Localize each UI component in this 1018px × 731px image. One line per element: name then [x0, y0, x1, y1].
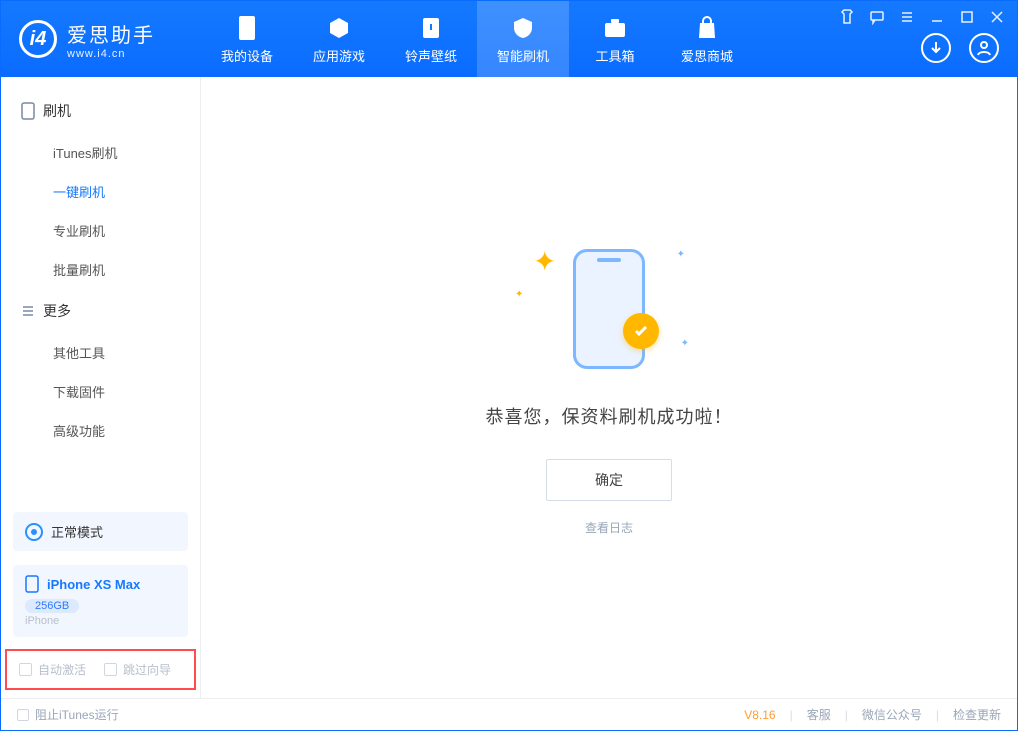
checkbox-icon: [104, 663, 117, 676]
device-box[interactable]: iPhone XS Max 256GB iPhone: [13, 565, 188, 637]
device-type: iPhone: [25, 615, 176, 627]
logo: i4 爱思助手 www.i4.cn: [1, 19, 201, 60]
checks-row: 自动激活 跳过向导: [5, 649, 196, 690]
device-icon: [25, 575, 39, 593]
sidebar-group-more: 更多: [1, 289, 200, 333]
device-name: iPhone XS Max: [47, 577, 140, 592]
nav-ringtones[interactable]: 铃声壁纸: [385, 1, 477, 77]
sidebar-item-batch-flash[interactable]: 批量刷机: [1, 250, 200, 289]
mode-label: 正常模式: [51, 522, 103, 541]
sidebar-item-label: 其他工具: [53, 346, 105, 361]
checkbox-auto-activate[interactable]: 自动激活: [19, 661, 86, 678]
shield-icon: [509, 14, 537, 42]
list-icon: [21, 304, 35, 318]
wechat-link[interactable]: 微信公众号: [862, 706, 922, 723]
titlebar: i4 爱思助手 www.i4.cn 我的设备 应用游戏 铃声壁纸 智能刷机: [1, 1, 1017, 77]
sidebar-item-itunes-flash[interactable]: iTunes刷机: [1, 133, 200, 172]
device-icon: [21, 102, 35, 120]
phone-icon: [233, 14, 261, 42]
user-icon[interactable]: [969, 33, 999, 63]
sidebar-group-label: 刷机: [43, 101, 71, 121]
app-title: 爱思助手: [67, 19, 155, 48]
nav-label: 我的设备: [221, 46, 273, 65]
cube-icon: [325, 14, 353, 42]
minimize-icon[interactable]: [927, 7, 947, 27]
sidebar-item-label: 一键刷机: [53, 185, 105, 200]
bag-icon: [693, 14, 721, 42]
feedback-icon[interactable]: [867, 7, 887, 27]
sidebar-item-onekey-flash[interactable]: 一键刷机: [1, 172, 200, 211]
music-icon: [417, 14, 445, 42]
success-illustration: ✦ ✦ ✦ ✦: [539, 239, 679, 379]
sidebar-group-flash: 刷机: [1, 89, 200, 133]
sidebar-list: 刷机 iTunes刷机 一键刷机 专业刷机 批量刷机 更多 其他工具 下载固件 …: [1, 77, 200, 512]
checkbox-label: 阻止iTunes运行: [35, 706, 119, 723]
close-icon[interactable]: [987, 7, 1007, 27]
sidebar-item-label: 批量刷机: [53, 263, 105, 278]
nav-flash[interactable]: 智能刷机: [477, 1, 569, 77]
app-window: i4 爱思助手 www.i4.cn 我的设备 应用游戏 铃声壁纸 智能刷机: [0, 0, 1018, 731]
download-icon[interactable]: [921, 33, 951, 63]
sidebar-item-label: 专业刷机: [53, 224, 105, 239]
support-link[interactable]: 客服: [807, 706, 831, 723]
sparkle-icon: ✦: [515, 289, 523, 300]
check-badge-icon: [623, 313, 659, 349]
nav-label: 工具箱: [595, 46, 634, 65]
check-update-link[interactable]: 检查更新: [953, 706, 1001, 723]
body: 刷机 iTunes刷机 一键刷机 专业刷机 批量刷机 更多 其他工具 下载固件 …: [1, 77, 1017, 698]
phone-icon: [573, 249, 645, 369]
main-content: ✦ ✦ ✦ ✦ 恭喜您，保资料刷机成功啦！ 确定 查看日志: [201, 77, 1017, 698]
mode-icon: [25, 523, 43, 541]
sidebar: 刷机 iTunes刷机 一键刷机 专业刷机 批量刷机 更多 其他工具 下载固件 …: [1, 77, 201, 698]
nav-label: 智能刷机: [497, 46, 549, 65]
mode-box[interactable]: 正常模式: [13, 512, 188, 551]
logo-icon: i4: [19, 20, 57, 58]
sparkle-icon: ✦: [677, 249, 685, 260]
maximize-icon[interactable]: [957, 7, 977, 27]
sidebar-item-label: 高级功能: [53, 424, 105, 439]
checkbox-label: 自动激活: [38, 661, 86, 678]
statusbar: 阻止iTunes运行 V8.16 | 客服 | 微信公众号 | 检查更新: [1, 698, 1017, 730]
nav-toolbox[interactable]: 工具箱: [569, 1, 661, 77]
sparkle-icon: ✦: [533, 245, 556, 278]
checkbox-icon: [17, 709, 29, 721]
ok-button[interactable]: 确定: [546, 459, 672, 501]
sidebar-item-advanced[interactable]: 高级功能: [1, 411, 200, 450]
menu-icon[interactable]: [897, 7, 917, 27]
checkbox-skip-guide[interactable]: 跳过向导: [104, 661, 171, 678]
sidebar-item-pro-flash[interactable]: 专业刷机: [1, 211, 200, 250]
sparkle-icon: ✦: [681, 338, 689, 349]
nav-label: 爱思商城: [681, 46, 733, 65]
nav-label: 应用游戏: [313, 46, 365, 65]
nav-store[interactable]: 爱思商城: [661, 1, 753, 77]
checkbox-block-itunes[interactable]: 阻止iTunes运行: [17, 706, 119, 723]
sidebar-item-download-firmware[interactable]: 下载固件: [1, 372, 200, 411]
window-controls: [837, 7, 1007, 27]
device-storage-badge: 256GB: [25, 599, 79, 613]
nav-apps[interactable]: 应用游戏: [293, 1, 385, 77]
nav-label: 铃声壁纸: [405, 46, 457, 65]
toolbox-icon: [601, 14, 629, 42]
sidebar-item-label: 下载固件: [53, 385, 105, 400]
checkbox-icon: [19, 663, 32, 676]
tshirt-icon[interactable]: [837, 7, 857, 27]
top-nav: 我的设备 应用游戏 铃声壁纸 智能刷机 工具箱 爱思商城: [201, 1, 753, 77]
view-log-link[interactable]: 查看日志: [585, 519, 633, 536]
sidebar-group-label: 更多: [43, 301, 71, 321]
success-text: 恭喜您，保资料刷机成功啦！: [486, 403, 733, 429]
titlebar-right-icons: [921, 33, 999, 63]
checkbox-label: 跳过向导: [123, 661, 171, 678]
app-subtitle: www.i4.cn: [67, 48, 155, 60]
nav-my-device[interactable]: 我的设备: [201, 1, 293, 77]
version-label: V8.16: [744, 708, 775, 722]
sidebar-item-label: iTunes刷机: [53, 146, 118, 161]
sidebar-item-other-tools[interactable]: 其他工具: [1, 333, 200, 372]
